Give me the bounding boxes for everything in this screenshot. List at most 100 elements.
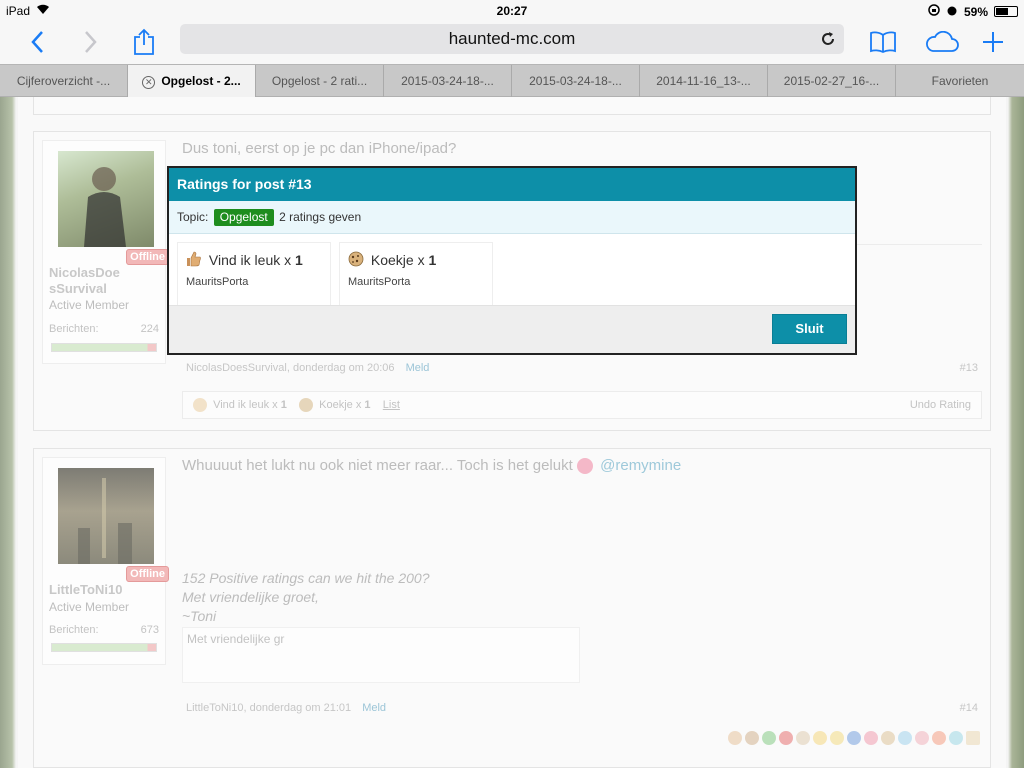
diamond-rating-icon[interactable] [949,731,963,745]
browser-tab[interactable]: 2014-11-16_13-... [640,65,768,97]
browser-tab[interactable]: Cijferoverzicht -... [0,65,128,97]
rating-name: Koekje x [370,252,425,268]
rating-card: Koekje x 1 MauritsPorta [339,242,493,306]
dislike-rating-icon[interactable] [745,731,759,745]
rating-cookie-count: 1 [364,399,371,411]
report-link[interactable]: Meld [362,702,386,714]
post-count-label: Berichten: [49,624,99,636]
tongue-emoji-icon [576,458,593,475]
status-bar: iPad 20:27 59% [0,0,1024,22]
browser-tab[interactable]: Opgelost - 2 rati... [256,65,384,97]
tab-label: 2015-03-24-18-... [401,74,494,88]
love-rating-icon[interactable] [864,731,878,745]
undo-rating-link[interactable]: Undo Rating [910,392,971,418]
avatar[interactable] [58,468,154,564]
signature-line: 152 Positive ratings can we hit the 200? [182,570,430,586]
browser-tab[interactable]: Favorieten [896,65,1024,97]
alarm-icon [946,4,958,19]
person-photo-icon [84,167,126,247]
previous-post-edge [33,97,991,115]
post-message: Dus toni, eerst op je pc dan iPhone/ipad… [182,140,457,157]
user-mention[interactable]: @remymine [600,457,681,474]
cookie-icon [299,398,314,413]
creative-rating-icon[interactable] [932,731,946,745]
address-bar[interactable]: haunted-mc.com [180,24,844,54]
cookie-rating-icon[interactable] [796,731,810,745]
post-count-value: 673 [140,624,159,636]
post-message-text: Whuuuut het lukt nu ook niet meer raar..… [182,457,573,474]
rating-card-label: Vind ik leuk x 1 [186,251,322,268]
rainbow-rating-icon[interactable] [898,731,912,745]
browser-tab[interactable]: 2015-03-24-18-... [384,65,512,97]
post-meta: LittleToNi10, donderdag om 21:01 Meld [186,702,386,714]
close-tab-icon[interactable]: ✕ [142,76,156,89]
avatar[interactable] [58,151,154,247]
modal-topic-row: Topic: Opgelost 2 ratings geven [169,201,855,234]
useful-rating-icon[interactable] [881,731,895,745]
tab-label: Opgelost - 2 rati... [271,74,368,88]
post-14-userblock: Offline LittleToNi10 Active Member Beric… [42,457,169,665]
post-number[interactable]: #14 [960,702,978,714]
reload-icon[interactable] [820,24,836,56]
topic-title[interactable]: 2 ratings geven [279,210,361,224]
informative-rating-icon[interactable] [847,731,861,745]
icloud-tabs-button[interactable] [922,26,962,58]
browser-tab[interactable]: 2015-02-27_16-... [768,65,896,97]
rating-name: Vind ik leuk x [208,252,292,268]
tab-label: 2015-02-27_16-... [783,74,880,88]
close-button[interactable]: Sluit [772,314,847,344]
agree-rating-icon[interactable] [762,731,776,745]
disagree-rating-icon[interactable] [779,731,793,745]
winner-rating-icon[interactable] [830,731,844,745]
box-rating-icon[interactable] [966,731,980,745]
rating-user[interactable]: MauritsPorta [186,276,322,288]
browser-toolbar: haunted-mc.com [0,22,1024,64]
url-text: haunted-mc.com [448,29,576,48]
share-button[interactable] [127,26,161,58]
rating-user[interactable]: MauritsPorta [348,276,484,288]
browser-tab[interactable]: 2015-03-24-18-... [512,65,640,97]
rating-like-label: Vind ik leuk x [213,399,278,411]
funny-rating-icon[interactable] [813,731,827,745]
username-line2: sSurvival [49,281,107,296]
status-right: 59% [928,4,1018,19]
post-author-date[interactable]: NicolasDoesSurvival, donderdag om 20:06 [186,362,395,374]
topic-prefix-tag: Opgelost [213,209,274,226]
cookie-icon [348,251,364,267]
signature-line: ~Toni [182,608,217,624]
book-icon [870,31,896,53]
report-link[interactable]: Meld [406,362,430,374]
post-count-value: 224 [140,323,159,335]
browser-tab[interactable]: ✕ Opgelost - 2... [128,65,256,97]
cloud-icon [926,31,959,52]
post-ratings-bar: Vind ik leuk x 1 Koekje x 1 List Undo Ra… [182,391,982,419]
share-icon [134,28,154,55]
tab-label: Opgelost - 2... [161,74,241,88]
tab-label: 2015-03-24-18-... [529,74,622,88]
new-tab-button[interactable] [976,26,1010,58]
battery-icon [994,6,1018,17]
rating-count: 1 [295,252,303,268]
username[interactable]: NicolasDoe sSurvival [49,265,129,297]
reputation-bar [51,343,157,352]
tab-label: Favorieten [931,74,989,88]
back-button[interactable] [20,26,54,58]
post-author-date[interactable]: LittleToNi10, donderdag om 21:01 [186,702,351,714]
post-message: Whuuuut het lukt nu ook niet meer raar..… [182,457,681,475]
post-number[interactable]: #13 [960,362,978,374]
topic-label: Topic: [177,210,209,224]
post-count-label: Berichten: [49,323,99,335]
ratings-list-link[interactable]: List [383,399,400,411]
status-badge: Offline [126,249,169,265]
signature: 152 Positive ratings can we hit the 200?… [182,569,430,626]
chevron-right-icon [85,31,97,53]
bookmarks-button[interactable] [866,26,900,58]
post-meta: NicolasDoesSurvival, donderdag om 20:06 … [186,362,429,374]
user-title: Active Member [49,600,130,614]
modal-title: Ratings for post #13 [169,168,855,201]
post-13-userblock: Offline NicolasDoe sSurvival Active Memb… [42,140,169,364]
forward-button[interactable] [74,26,108,58]
optimistic-rating-icon[interactable] [915,731,929,745]
username[interactable]: LittleToNi10 [49,582,159,598]
like-rating-icon[interactable] [728,731,742,745]
